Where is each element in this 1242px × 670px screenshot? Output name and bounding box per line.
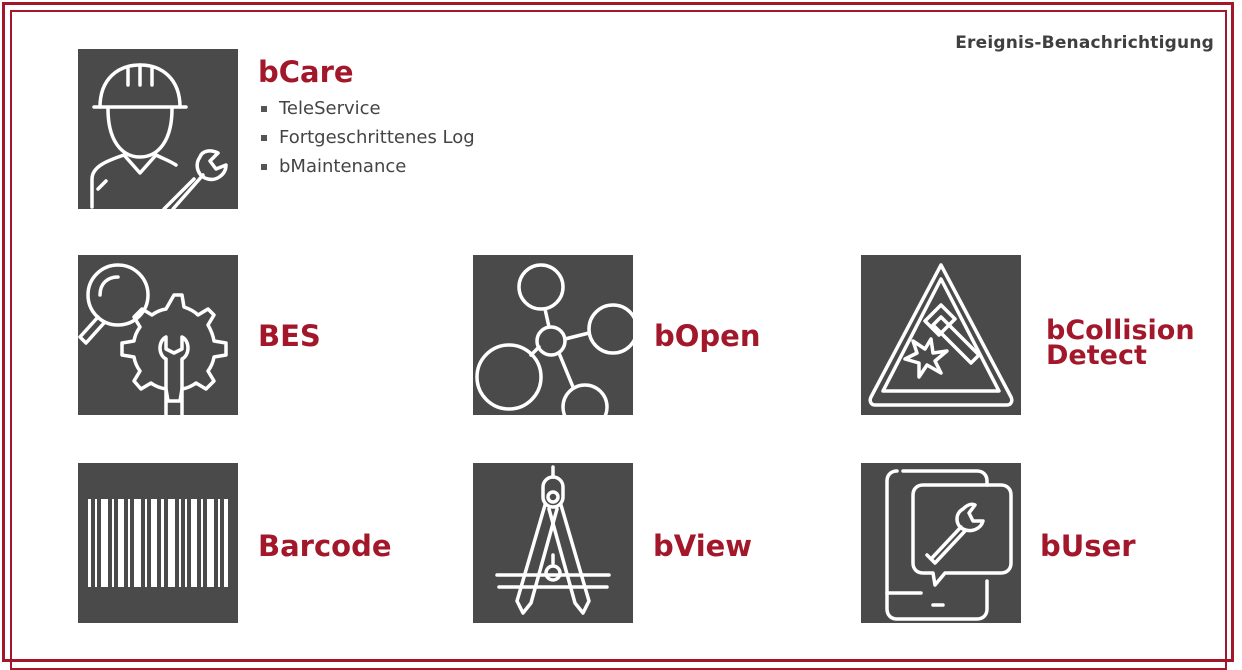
list-item: Fortgeschrittenes Log <box>261 123 475 152</box>
bview-title: bView <box>653 529 753 563</box>
bullet-icon <box>261 163 267 170</box>
network-nodes-icon[interactable] <box>473 255 633 415</box>
barcode-icon[interactable] <box>78 463 238 623</box>
worker-with-wrench-icon[interactable] <box>78 49 238 209</box>
bcollision-title-line2: Detect <box>1046 340 1147 371</box>
bes-title: BES <box>258 319 321 353</box>
bopen-title: bOpen <box>654 319 761 353</box>
magnifier-gear-wrench-icon[interactable] <box>78 255 238 415</box>
bullet-icon <box>261 134 267 141</box>
bullet-icon <box>261 105 267 112</box>
collision-warning-icon[interactable] <box>861 255 1021 415</box>
buser-title: bUser <box>1040 529 1136 563</box>
bcollision-title: bCollision Detect <box>1046 317 1195 371</box>
compass-drafting-icon[interactable] <box>473 463 633 623</box>
list-item: bMaintenance <box>261 152 475 181</box>
bcare-feature-list: TeleService Fortgeschrittenes Log bMaint… <box>261 94 475 181</box>
event-notification-label: Ereignis-Benachrichtigung <box>955 33 1214 53</box>
bcare-title: bCare <box>258 55 354 89</box>
barcode-title: Barcode <box>258 529 392 563</box>
list-item: TeleService <box>261 94 475 123</box>
tablet-wrench-icon[interactable] <box>861 463 1021 623</box>
